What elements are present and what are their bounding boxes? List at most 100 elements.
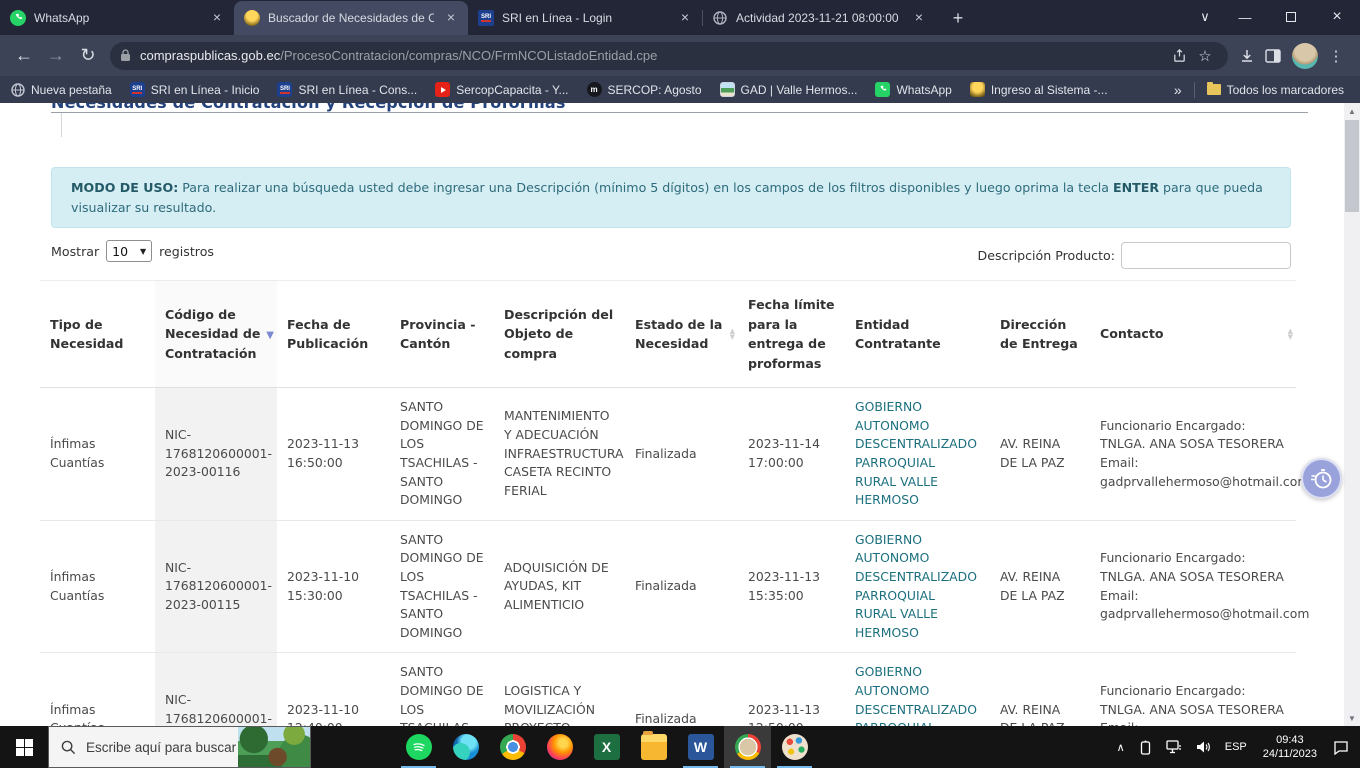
maximize-button[interactable]	[1268, 0, 1314, 34]
bookmark-label: SRI en Línea - Inicio	[151, 83, 260, 97]
header-codigo-necesidad[interactable]: Código de Necesidad de Contratación▼	[155, 281, 277, 388]
taskbar-word[interactable]: W	[677, 726, 724, 768]
timer-widget-button[interactable]	[1301, 458, 1342, 499]
divider	[1194, 82, 1195, 98]
cell-descripcion: MANTENIMIENTO Y ADECUACIÓN INFRAESTRUCTU…	[494, 388, 625, 521]
start-button[interactable]	[0, 726, 48, 768]
bookmark-sercop-agosto[interactable]: m SERCOP: Agosto	[587, 82, 702, 97]
window-controls: ∨ — ×	[1188, 0, 1360, 34]
tab-actividad[interactable]: Actividad 2023-11-21 08:00:00 | N ×	[702, 1, 936, 35]
bookmark-sercopcapacita[interactable]: SercopCapacita - Y...	[435, 82, 568, 97]
browser-menu-icon[interactable]: ⋮	[1324, 47, 1348, 65]
bookmark-sri-inicio[interactable]: SRI SRI en Línea - Inicio	[130, 82, 260, 97]
bookmark-label: SercopCapacita - Y...	[456, 83, 568, 97]
close-tab-icon[interactable]: ×	[910, 9, 928, 27]
cell-tipo: Ínfimas Cuantías	[40, 388, 155, 521]
tab-buscador-necesidades[interactable]: Buscador de Necesidades de Co ×	[234, 1, 468, 35]
tab-whatsapp[interactable]: WhatsApp ×	[0, 1, 234, 35]
url-domain: compraspublicas.gob.ec	[140, 48, 280, 63]
globe-icon	[10, 82, 25, 97]
bookmark-gad-valle-hermoso[interactable]: GAD | Valle Hermos...	[720, 82, 858, 97]
taskbar-firefox[interactable]	[536, 726, 583, 768]
bookmarks-overflow-chevron[interactable]: »	[1174, 82, 1182, 98]
lock-icon[interactable]	[120, 49, 131, 62]
action-center-icon[interactable]	[1326, 726, 1356, 768]
table-row: Ínfimas Cuantías NIC-1768120600001-2023-…	[40, 653, 1296, 726]
volume-icon[interactable]	[1189, 726, 1218, 768]
page-scrollbar[interactable]: ▲ ▼	[1344, 103, 1360, 726]
product-description-input[interactable]	[1121, 242, 1291, 269]
tab-search-chevron-icon[interactable]: ∨	[1188, 0, 1222, 34]
taskbar-chrome-profile[interactable]	[724, 726, 771, 768]
bookmark-whatsapp[interactable]: WhatsApp	[875, 82, 951, 97]
bookmark-sri-consultas[interactable]: SRI SRI en Línea - Cons...	[277, 82, 417, 97]
taskbar-chrome[interactable]	[489, 726, 536, 768]
scrollbar-thumb[interactable]	[1345, 120, 1359, 212]
close-window-button[interactable]: ×	[1314, 0, 1360, 34]
share-icon[interactable]	[1166, 43, 1192, 69]
usage-note: MODO DE USO: Para realizar una búsqueda …	[51, 167, 1291, 228]
header-direccion-entrega[interactable]: Dirección de Entrega	[990, 281, 1090, 388]
header-fecha-limite[interactable]: Fecha límite para la entrega de proforma…	[738, 281, 845, 388]
globe-icon	[712, 10, 728, 26]
cell-fecha-limite: 2023-11-13 15:35:00	[738, 520, 845, 653]
scroll-down-icon[interactable]: ▼	[1344, 710, 1360, 726]
close-tab-icon[interactable]: ×	[208, 9, 226, 27]
cell-estado: Finalizada	[625, 520, 738, 653]
search-icon	[61, 740, 76, 755]
tab-sri-login[interactable]: SRI SRI en Línea - Login ×	[468, 1, 702, 35]
tab-title: Actividad 2023-11-21 08:00:00 | N	[736, 11, 902, 25]
language-indicator[interactable]: ESP	[1218, 726, 1254, 768]
all-bookmarks-label: Todos los marcadores	[1227, 83, 1344, 97]
cell-contacto: Funcionario Encargado: TNLGA. ANA SOSA T…	[1090, 388, 1296, 521]
taskbar-excel[interactable]: X	[583, 726, 630, 768]
cell-entidad-link[interactable]: GOBIERNO AUTONOMO DESCENTRALIZADO PARROQ…	[845, 388, 990, 521]
cell-entidad-link[interactable]: GOBIERNO AUTONOMO DESCENTRALIZADO PARROQ…	[845, 520, 990, 653]
header-estado-necesidad[interactable]: Estado de la Necesidad▲▼	[625, 281, 738, 388]
bookmarks-bar: Nueva pestaña SRI SRI en Línea - Inicio …	[0, 76, 1360, 103]
new-tab-button[interactable]: +	[944, 4, 972, 32]
page-content: Necesidades de Contratación y Recepción …	[0, 103, 1360, 726]
bookmark-ingreso-sistema[interactable]: Ingreso al Sistema -...	[970, 82, 1108, 97]
taskbar-clock[interactable]: 09:43 24/11/2023	[1254, 726, 1326, 768]
side-panel-icon[interactable]	[1260, 43, 1286, 69]
taskbar-search-box[interactable]: Escribe aquí para buscar	[48, 726, 311, 768]
minimize-button[interactable]: —	[1222, 0, 1268, 34]
scroll-up-icon[interactable]: ▲	[1344, 103, 1360, 119]
header-descripcion-objeto[interactable]: Descripción del Objeto de compra	[494, 281, 625, 388]
taskbar-edge[interactable]	[442, 726, 489, 768]
cell-entidad-link[interactable]: GOBIERNO AUTONOMO DESCENTRALIZADO PARROQ…	[845, 653, 990, 726]
close-tab-icon[interactable]: ×	[442, 9, 460, 27]
downloads-icon[interactable]	[1234, 43, 1260, 69]
profile-avatar[interactable]	[1292, 43, 1318, 69]
cell-direccion: AV. REINA DE LA PAZ	[990, 520, 1090, 653]
folder-icon	[1207, 84, 1221, 95]
network-icon[interactable]	[1159, 726, 1189, 768]
back-button[interactable]: ←	[8, 40, 40, 72]
hidden-icons-chevron[interactable]: ∧	[1110, 726, 1132, 768]
url-path: /ProcesoContratacion/compras/NCO/FrmNCOL…	[280, 48, 657, 63]
taskbar-paint[interactable]	[771, 726, 818, 768]
table-row: Ínfimas Cuantías NIC-1768120600001-2023-…	[40, 388, 1296, 521]
bookmark-nueva-pestana[interactable]: Nueva pestaña	[10, 82, 112, 97]
chevron-down-icon: ▼	[140, 247, 146, 256]
device-sync-icon[interactable]	[1132, 726, 1159, 768]
page-size-select[interactable]: 10 ▼	[106, 240, 152, 262]
header-entidad-contratante[interactable]: Entidad Contratante	[845, 281, 990, 388]
header-fecha-publicacion[interactable]: Fecha de Publicación	[277, 281, 390, 388]
taskbar-spotify[interactable]	[395, 726, 442, 768]
all-bookmarks-button[interactable]: Todos los marcadores	[1207, 83, 1344, 97]
taskbar-file-explorer[interactable]	[630, 726, 677, 768]
cell-tipo: Ínfimas Cuantías	[40, 520, 155, 653]
forward-button[interactable]: →	[40, 40, 72, 72]
bookmark-star-icon[interactable]: ☆	[1192, 43, 1218, 69]
header-contacto[interactable]: Contacto▲▼	[1090, 281, 1296, 388]
header-tipo-necesidad[interactable]: Tipo de Necesidad	[40, 281, 155, 388]
reload-button[interactable]: ↻	[72, 40, 104, 72]
cell-fecha-limite: 2023-11-14 17:00:00	[738, 388, 845, 521]
header-provincia-canton[interactable]: Provincia - Cantón	[390, 281, 494, 388]
address-bar[interactable]: compraspublicas.gob.ec/ProcesoContrataci…	[110, 42, 1228, 70]
excel-icon: X	[594, 734, 620, 760]
close-tab-icon[interactable]: ×	[676, 9, 694, 27]
ecuador-crest-icon	[244, 10, 260, 26]
